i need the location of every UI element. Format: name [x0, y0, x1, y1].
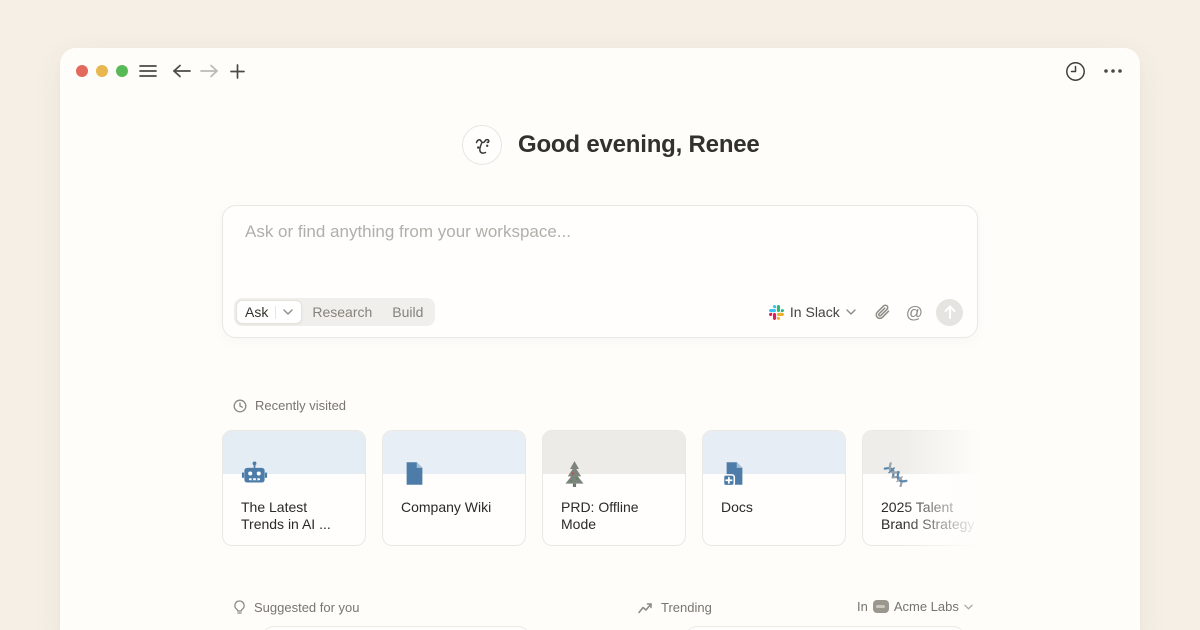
- ai-face-avatar: [462, 125, 502, 165]
- plus-icon: [230, 64, 245, 79]
- suggested-header: Suggested for you: [233, 600, 360, 615]
- attach-file-button[interactable]: [874, 303, 891, 321]
- recently-visited-header: Recently visited: [233, 398, 346, 413]
- new-tab-button[interactable]: [226, 60, 248, 82]
- back-button[interactable]: [170, 60, 192, 82]
- chevron-down-icon: [964, 604, 973, 610]
- card-title: The Latest Trends in AI ...: [241, 499, 351, 533]
- acme-labs-logo-icon: [873, 600, 889, 613]
- trending-card-peek: [685, 626, 965, 630]
- traffic-light-close[interactable]: [76, 65, 88, 77]
- composer-actions: In Slack @: [769, 299, 963, 326]
- section-title: Suggested for you: [254, 600, 360, 615]
- divider: [275, 306, 276, 319]
- workspace-prefix: In: [857, 599, 868, 614]
- trending-up-icon: [638, 602, 653, 614]
- greeting-header: Good evening, Renee: [462, 125, 760, 165]
- arrow-left-icon: [172, 64, 191, 78]
- mode-build-button[interactable]: Build: [382, 304, 433, 320]
- context-label: In Slack: [790, 304, 840, 320]
- composer-input[interactable]: Ask or find anything from your workspace…: [245, 222, 571, 242]
- context-selector[interactable]: In Slack: [769, 304, 856, 320]
- arrow-up-icon: [944, 305, 956, 319]
- suggested-card-peek: [262, 626, 530, 630]
- card-docs[interactable]: Docs: [702, 430, 846, 546]
- clock-icon: [233, 399, 247, 413]
- mode-research-button[interactable]: Research: [302, 304, 382, 320]
- workspace-name: Acme Labs: [894, 599, 959, 614]
- at-sign-icon: @: [906, 304, 923, 321]
- lightbulb-icon: [233, 600, 246, 615]
- ask-composer[interactable]: Ask or find anything from your workspace…: [222, 205, 978, 338]
- dna-icon: [881, 460, 908, 487]
- notion-face-icon: [470, 133, 494, 157]
- traffic-light-minimize[interactable]: [96, 65, 108, 77]
- submit-button[interactable]: [936, 299, 963, 326]
- slack-icon: [769, 305, 784, 320]
- page-title: Good evening, Renee: [518, 131, 760, 159]
- ellipsis-icon: [1104, 69, 1122, 73]
- traffic-light-zoom[interactable]: [116, 65, 128, 77]
- card-latest-trends-in-ai[interactable]: The Latest Trends in AI ...: [222, 430, 366, 546]
- forward-button[interactable]: [198, 60, 220, 82]
- chevron-down-icon: [846, 309, 856, 315]
- card-title: PRD: Offline Mode: [561, 499, 671, 533]
- document-plus-icon: [721, 460, 748, 487]
- more-options-button[interactable]: [1102, 60, 1124, 82]
- workspace-selector[interactable]: In Acme Labs: [857, 599, 973, 614]
- arrow-right-icon: [200, 64, 219, 78]
- paperclip-icon: [874, 303, 891, 321]
- recently-visited-cards: The Latest Trends in AI ... Company Wiki…: [222, 430, 1006, 546]
- mode-ask-button[interactable]: Ask: [236, 300, 302, 324]
- card-prd-offline-mode[interactable]: PRD: Offline Mode: [542, 430, 686, 546]
- section-title: Trending: [661, 600, 712, 615]
- hamburger-icon: [139, 64, 157, 78]
- clock-icon: [1065, 61, 1086, 82]
- composer-toolbar: Ask Research Build In: [234, 298, 963, 326]
- section-title: Recently visited: [255, 398, 346, 413]
- card-title: 2025 Talent Brand Strategy: [881, 499, 991, 533]
- window-toolbar: [60, 48, 1140, 94]
- robot-icon: [241, 460, 268, 487]
- document-icon: [401, 460, 428, 487]
- sidebar-menu-button[interactable]: [137, 60, 159, 82]
- mode-ask-label: Ask: [245, 304, 268, 320]
- card-company-wiki[interactable]: Company Wiki: [382, 430, 526, 546]
- card-2025-talent-brand-strategy[interactable]: 2025 Talent Brand Strategy: [862, 430, 1006, 546]
- history-button[interactable]: [1064, 60, 1086, 82]
- card-title: Docs: [721, 499, 831, 516]
- card-title: Company Wiki: [401, 499, 511, 516]
- mode-switcher: Ask Research Build: [234, 298, 435, 326]
- chevron-down-icon: [283, 309, 293, 315]
- app-window: Good evening, Renee Ask or find anything…: [60, 48, 1140, 630]
- mention-button[interactable]: @: [906, 304, 923, 321]
- trending-header: Trending: [638, 600, 712, 615]
- tree-icon: [561, 460, 588, 487]
